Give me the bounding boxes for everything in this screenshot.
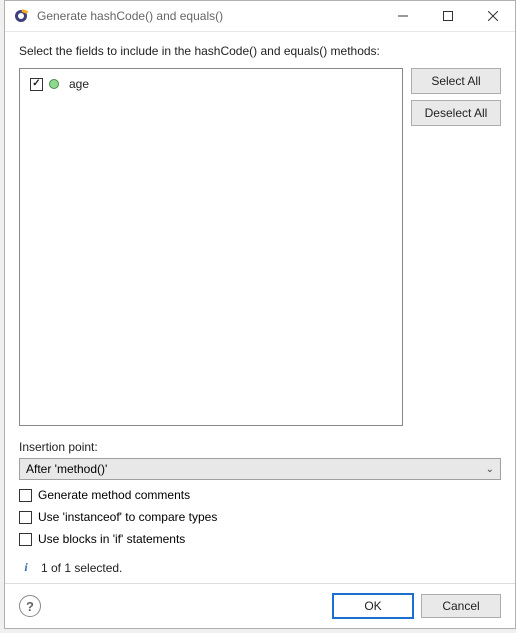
option-label: Generate method comments [38,488,190,502]
option-label: Use 'instanceof' to compare types [38,510,217,524]
checkbox-icon[interactable] [19,533,32,546]
option-label: Use blocks in 'if' statements [38,532,185,546]
insertion-point-value: After 'method()' [26,462,107,476]
option-generate-comments[interactable]: Generate method comments [19,488,501,502]
window-title: Generate hashCode() and equals() [37,9,380,23]
status-text: 1 of 1 selected. [41,561,122,575]
checkbox-icon[interactable] [19,511,32,524]
insertion-point-label: Insertion point: [19,440,501,454]
fields-list[interactable]: age [19,68,403,426]
option-use-blocks[interactable]: Use blocks in 'if' statements [19,532,501,546]
field-member-icon [49,79,59,89]
status-row: i 1 of 1 selected. [19,560,501,575]
close-button[interactable] [470,1,515,31]
field-name-label: age [69,77,89,91]
dialog-footer: ? OK Cancel [5,583,515,628]
ok-button[interactable]: OK [333,594,413,618]
info-icon: i [19,560,33,575]
window-controls [380,1,515,31]
insertion-point-combo[interactable]: After 'method()' ⌄ [19,458,501,480]
maximize-button[interactable] [425,1,470,31]
fields-row: age Select All Deselect All [19,68,501,426]
titlebar: Generate hashCode() and equals() [5,1,515,32]
dialog-content: Select the fields to include in the hash… [5,32,515,583]
minimize-button[interactable] [380,1,425,31]
side-buttons: Select All Deselect All [411,68,501,426]
cancel-button[interactable]: Cancel [421,594,501,618]
field-checkbox[interactable] [30,78,43,91]
chevron-down-icon: ⌄ [486,464,494,475]
deselect-all-button[interactable]: Deselect All [411,100,501,126]
instruction-label: Select the fields to include in the hash… [19,44,501,58]
option-use-instanceof[interactable]: Use 'instanceof' to compare types [19,510,501,524]
checkbox-icon[interactable] [19,489,32,502]
dialog-window: Generate hashCode() and equals() Select … [4,0,516,629]
app-icon [13,8,29,24]
field-item[interactable]: age [26,75,396,93]
select-all-button[interactable]: Select All [411,68,501,94]
help-button[interactable]: ? [19,595,41,617]
